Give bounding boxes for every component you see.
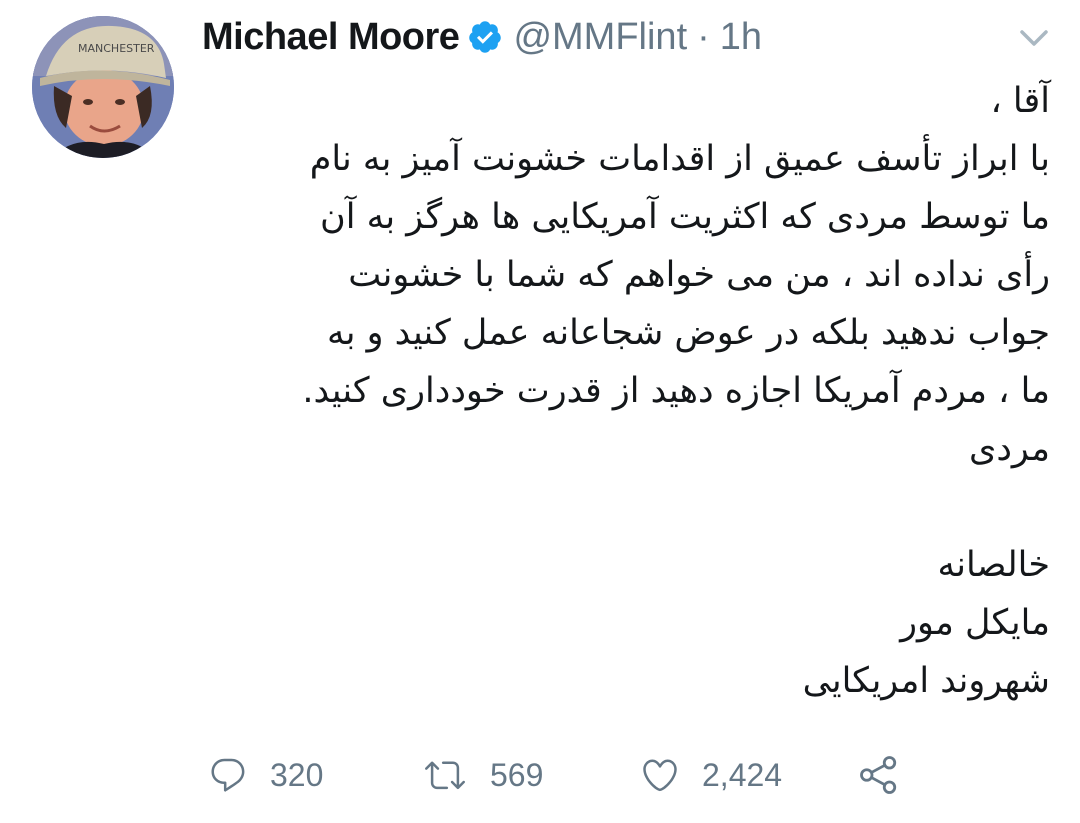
avatar[interactable]: MANCHESTER [32,16,174,158]
svg-text:MANCHESTER: MANCHESTER [78,42,155,55]
separator-dot: · [697,15,710,58]
verified-badge-icon [467,19,503,55]
tweet-line: مردی [968,429,1050,469]
reply-count: 320 [270,756,324,793]
tweet-line: شهروند امریکایی [802,661,1050,701]
tweet-header: Michael Moore @MMFlint · 1h [202,12,762,62]
share-button[interactable] [858,748,900,802]
retweet-icon [425,761,465,790]
reply-button[interactable]: 320 [208,748,323,802]
author-handle[interactable]: @MMFlint [513,16,687,59]
tweet-line: ما توسط مردی که اکثریت آمریکایی ها هرگز … [320,197,1050,237]
tweet-line: با ابراز تأسف عمیق از اقدامات خشونت آمیز… [309,139,1050,179]
tweet-line: خالصانه [937,545,1051,585]
author-name[interactable]: Michael Moore [202,16,460,59]
share-icon [860,756,897,794]
heart-icon [643,759,677,792]
tweet-line: مایکل مور [900,603,1050,643]
chevron-down-icon[interactable] [1018,26,1050,50]
tweet-line: رأی نداده اند ، من می خواهم که شما با خش… [348,255,1050,295]
profile-photo: MANCHESTER [32,16,174,158]
tweet-line: ما ، مردم آمریکا اجازه دهید از قدرت خودد… [302,371,1050,411]
retweet-count: 569 [490,756,544,793]
tweet-line: آقا ، [990,81,1050,121]
retweet-button[interactable]: 569 [422,748,543,802]
like-button[interactable]: 2,424 [640,748,782,802]
reply-icon [211,758,245,792]
like-count: 2,424 [702,756,783,793]
tweet-timestamp[interactable]: 1h [720,16,762,59]
tweet-text: آقا ، با ابراز تأسف عمیق از اقدامات خشون… [200,72,1050,710]
tweet-actions: 320 569 2,424 [0,748,1080,802]
tweet-line: جواب ندهید بلکه در عوض شجاعانه عمل کنید … [326,313,1050,353]
